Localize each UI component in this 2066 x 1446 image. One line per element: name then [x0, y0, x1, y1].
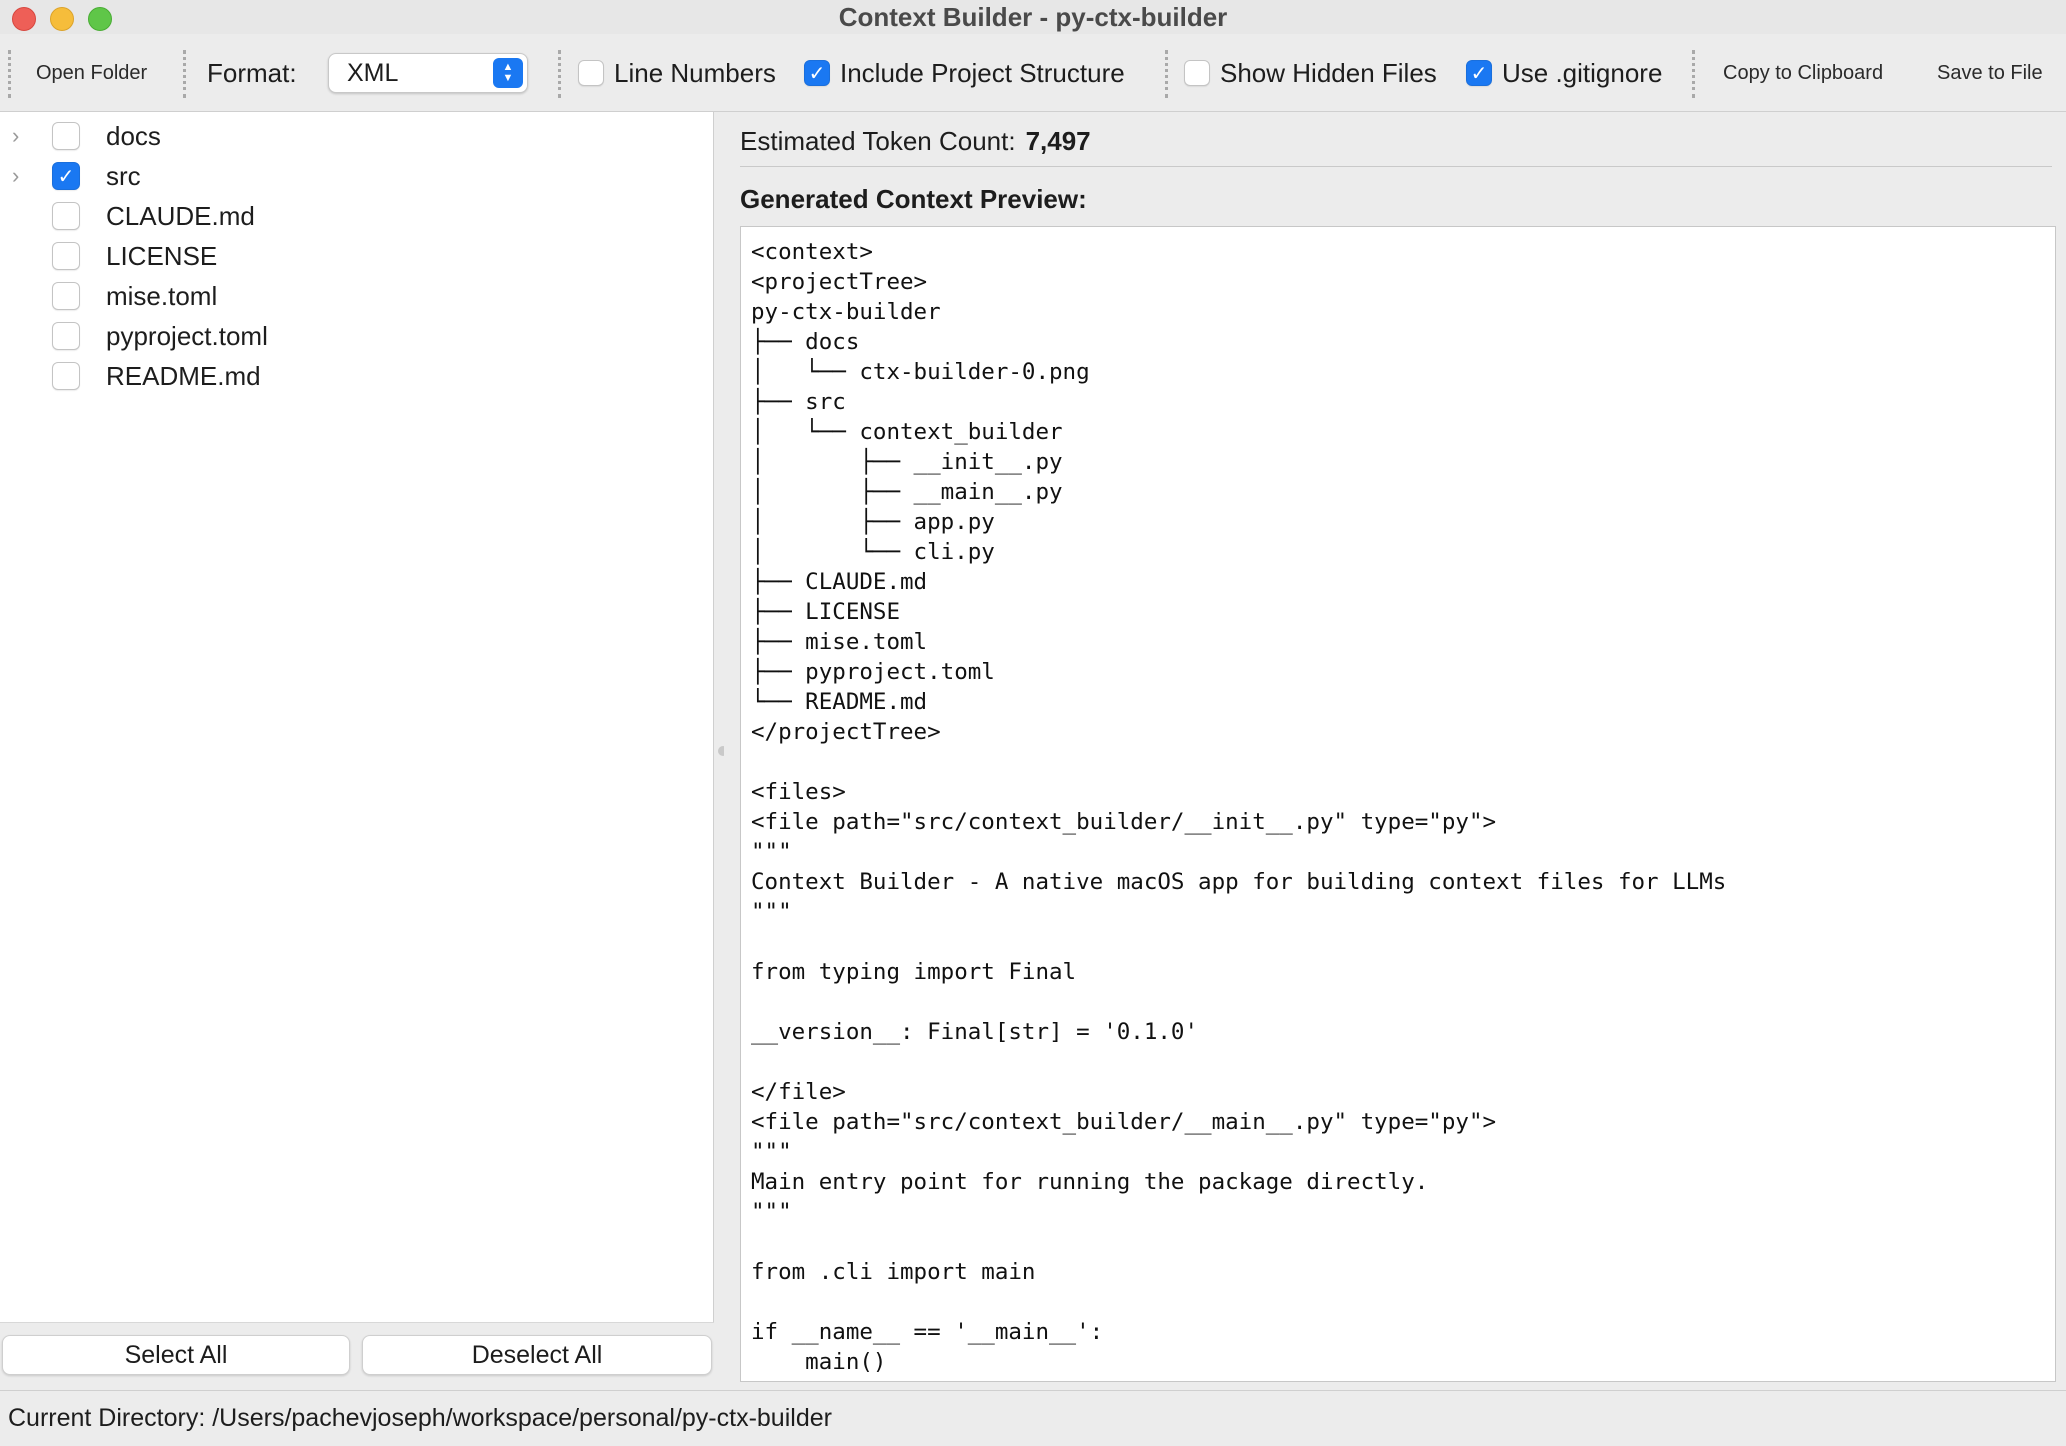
tree-item-mise-toml[interactable]: mise.toml	[0, 276, 714, 316]
use-gitignore-label: Use .gitignore	[1502, 57, 1663, 88]
format-select-value: XML	[347, 58, 399, 87]
use-gitignore-option[interactable]: ✓ Use .gitignore	[1466, 34, 1662, 112]
title-bar: Context Builder - py-ctx-builder	[0, 0, 2066, 34]
tree-item-label: mise.toml	[106, 280, 218, 311]
use-gitignore-checkbox[interactable]: ✓	[1466, 60, 1492, 86]
line-numbers-option[interactable]: Line Numbers	[578, 34, 776, 112]
tree-item-docs[interactable]: › docs	[0, 116, 714, 156]
tree-checkbox-mise-toml[interactable]	[52, 282, 80, 310]
tree-item-label: CLAUDE.md	[106, 200, 255, 231]
toolbar: Open Folder Format: XML ▲ ▼ Line Numbers …	[0, 34, 2066, 112]
token-count-label: Estimated Token Count:	[740, 126, 1016, 156]
token-count-row: Estimated Token Count: 7,497	[740, 126, 1091, 157]
tree-checkbox-readme-md[interactable]	[52, 362, 80, 390]
tree-item-readme-md[interactable]: README.md	[0, 356, 714, 396]
save-to-file-button[interactable]: Save to File	[1937, 34, 2043, 112]
preview-pane: Estimated Token Count: 7,497 Generated Co…	[724, 112, 2066, 1382]
include-structure-option[interactable]: ✓ Include Project Structure	[804, 34, 1125, 112]
tree-item-pyproject-toml[interactable]: pyproject.toml	[0, 316, 714, 356]
tree-item-src[interactable]: › ✓ src	[0, 156, 714, 196]
show-hidden-label: Show Hidden Files	[1220, 57, 1437, 88]
minimize-window-button[interactable]	[50, 7, 74, 31]
toolbar-separator	[8, 50, 11, 98]
copy-to-clipboard-button[interactable]: Copy to Clipboard	[1723, 34, 1883, 112]
tree-checkbox-src[interactable]: ✓	[52, 162, 80, 190]
include-structure-label: Include Project Structure	[840, 57, 1125, 88]
show-hidden-checkbox[interactable]	[1184, 60, 1210, 86]
include-structure-checkbox[interactable]: ✓	[804, 60, 830, 86]
line-numbers-checkbox[interactable]	[578, 60, 604, 86]
close-window-button[interactable]	[12, 7, 36, 31]
show-hidden-option[interactable]: Show Hidden Files	[1184, 34, 1437, 112]
divider	[740, 166, 2052, 167]
status-bar: Current Directory: /Users/pachevjoseph/w…	[0, 1390, 2066, 1446]
token-count-value: 7,497	[1025, 126, 1091, 156]
toolbar-separator	[183, 50, 186, 98]
chevron-right-icon[interactable]: ›	[12, 163, 30, 189]
zoom-window-button[interactable]	[88, 7, 112, 31]
window-controls	[12, 7, 112, 31]
select-all-button[interactable]: Select All	[2, 1335, 350, 1375]
tree-item-label: src	[106, 160, 141, 191]
toolbar-separator	[1692, 50, 1695, 98]
current-directory-text: Current Directory: /Users/pachevjoseph/w…	[8, 1404, 832, 1432]
file-tree: › docs › ✓ src CLAUDE.md LICENSE mise.to…	[0, 112, 714, 1322]
tree-item-claude-md[interactable]: CLAUDE.md	[0, 196, 714, 236]
preview-title: Generated Context Preview:	[740, 184, 1087, 214]
line-numbers-label: Line Numbers	[614, 57, 776, 88]
tree-checkbox-docs[interactable]	[52, 122, 80, 150]
open-folder-button[interactable]: Open Folder	[36, 34, 147, 112]
deselect-all-button[interactable]: Deselect All	[362, 1335, 712, 1375]
toolbar-separator	[1165, 50, 1168, 98]
context-preview-textarea[interactable]: <context> <projectTree> py-ctx-builder ├…	[740, 226, 2056, 1382]
window-title: Context Builder - py-ctx-builder	[838, 1, 1228, 32]
tree-item-label: pyproject.toml	[106, 320, 268, 351]
tree-item-label: docs	[106, 120, 161, 151]
tree-checkbox-pyproject-toml[interactable]	[52, 322, 80, 350]
chevron-updown-icon: ▲ ▼	[493, 58, 523, 88]
tree-item-label: LICENSE	[106, 240, 218, 271]
tree-checkbox-claude-md[interactable]	[52, 202, 80, 230]
tree-actions: Select All Deselect All	[0, 1322, 714, 1382]
format-select[interactable]: XML ▲ ▼	[328, 53, 528, 93]
format-label: Format:	[207, 57, 297, 88]
tree-item-license[interactable]: LICENSE	[0, 236, 714, 276]
context-preview-text: <context> <projectTree> py-ctx-builder ├…	[751, 239, 1727, 1375]
toolbar-separator	[558, 50, 561, 98]
tree-checkbox-license[interactable]	[52, 242, 80, 270]
tree-item-label: README.md	[106, 360, 261, 391]
chevron-right-icon[interactable]: ›	[12, 123, 30, 149]
